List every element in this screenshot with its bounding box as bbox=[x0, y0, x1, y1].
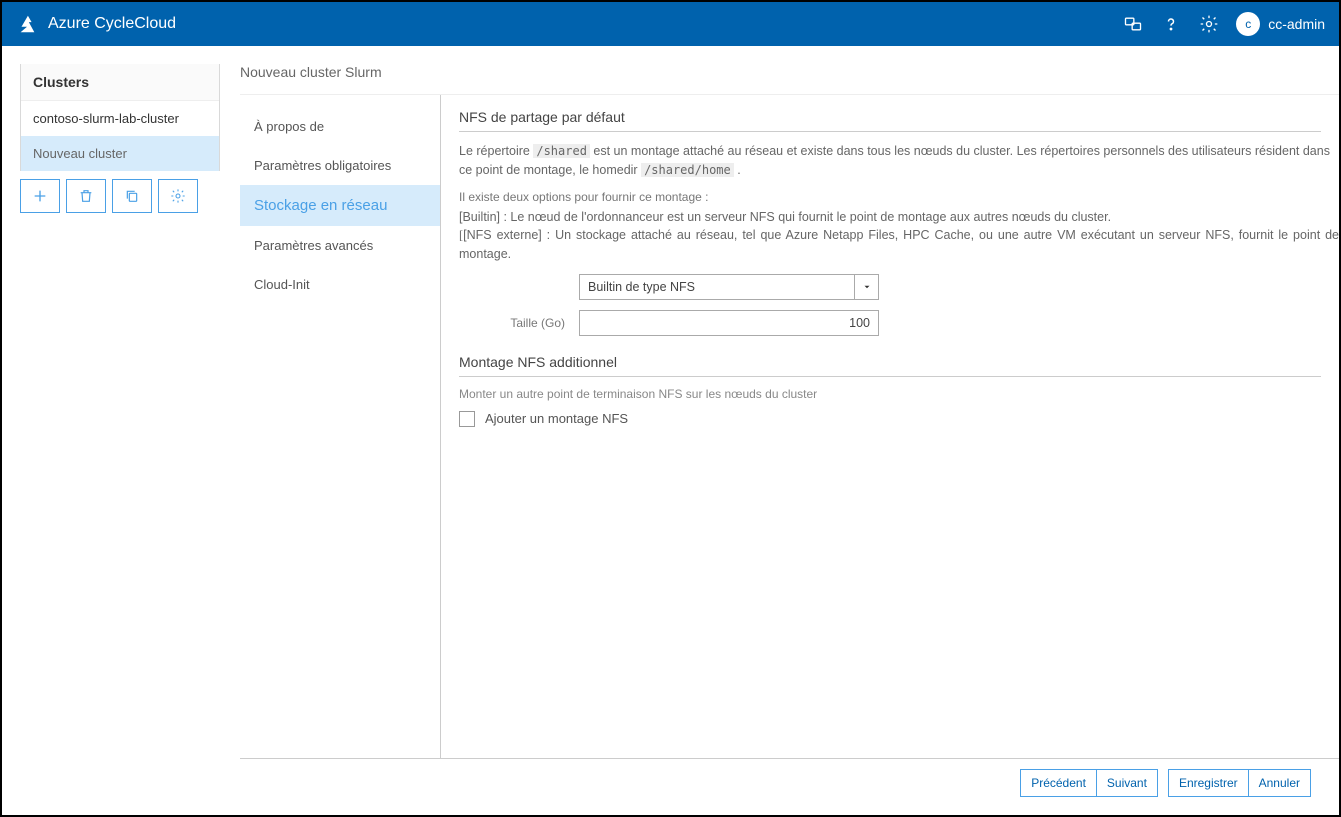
feedback-icon[interactable] bbox=[1122, 13, 1144, 35]
step-required-settings[interactable]: Paramètres obligatoires bbox=[240, 146, 440, 185]
section-default-nfs-title: NFS de partage par défaut bbox=[459, 107, 1321, 132]
step-advanced-settings[interactable]: Paramètres avancés bbox=[240, 226, 440, 265]
topbar: Azure CycleCloud c cc-admin bbox=[2, 2, 1339, 46]
save-cancel-group: Enregistrer Annuler bbox=[1168, 769, 1311, 797]
topbar-actions: c cc-admin bbox=[1122, 12, 1325, 36]
sidebar-item-contoso[interactable]: contoso-slurm-lab-cluster bbox=[21, 101, 219, 136]
step-network-storage[interactable]: Stockage en réseau bbox=[240, 185, 440, 226]
prev-next-group: Précédent Suivant bbox=[1020, 769, 1158, 797]
step-cloud-init[interactable]: Cloud-Init bbox=[240, 265, 440, 304]
wizard-footer: Précédent Suivant Enregistrer Annuler bbox=[240, 758, 1339, 815]
copy-cluster-button[interactable] bbox=[112, 179, 152, 213]
sidebar-title: Clusters bbox=[21, 64, 219, 101]
cluster-settings-button[interactable] bbox=[158, 179, 198, 213]
username: cc-admin bbox=[1268, 16, 1325, 32]
step-about[interactable]: À propos de bbox=[240, 107, 440, 146]
code-shared: /shared bbox=[533, 144, 590, 158]
option-builtin: [Builtin] : Le nœud de l'ordonnanceur es… bbox=[459, 208, 1339, 227]
help-icon[interactable] bbox=[1160, 13, 1182, 35]
add-nfs-row: Ajouter un montage NFS bbox=[459, 411, 1339, 427]
azure-logo-icon bbox=[16, 13, 38, 35]
cancel-button[interactable]: Annuler bbox=[1248, 769, 1311, 797]
clusters-sidebar: Clusters contoso-slurm-lab-cluster Nouve… bbox=[20, 64, 220, 171]
settings-icon[interactable] bbox=[1198, 13, 1220, 35]
delete-cluster-button[interactable] bbox=[66, 179, 106, 213]
next-button[interactable]: Suivant bbox=[1096, 769, 1158, 797]
size-input[interactable] bbox=[579, 310, 879, 336]
size-row: Taille (Go) bbox=[459, 310, 1339, 336]
code-shared-home: /shared/home bbox=[641, 163, 734, 177]
avatar: c bbox=[1236, 12, 1260, 36]
prev-button[interactable]: Précédent bbox=[1020, 769, 1096, 797]
option-external: [[NFS externe] : Un stockage attaché au … bbox=[459, 226, 1339, 264]
options-intro: Il existe deux options pour fournir ce m… bbox=[459, 190, 1339, 204]
page-title: Nouveau cluster Slurm bbox=[240, 64, 1339, 94]
section-additional-nfs-title: Montage NFS additionnel bbox=[459, 352, 1321, 377]
size-label: Taille (Go) bbox=[459, 316, 579, 330]
logo[interactable]: Azure CycleCloud bbox=[16, 13, 176, 35]
nfs-type-select[interactable]: Builtin de type NFS bbox=[579, 274, 879, 300]
nfs-description: Le répertoire /shared est un montage att… bbox=[459, 142, 1339, 180]
chevron-down-icon bbox=[854, 275, 878, 299]
wizard-steps: À propos de Paramètres obligatoires Stoc… bbox=[240, 95, 440, 758]
form-content: NFS de partage par défaut Le répertoire … bbox=[440, 95, 1339, 758]
user-menu[interactable]: c cc-admin bbox=[1236, 12, 1325, 36]
save-button[interactable]: Enregistrer bbox=[1168, 769, 1248, 797]
add-nfs-label: Ajouter un montage NFS bbox=[485, 411, 628, 426]
nfs-type-row: Builtin de type NFS bbox=[459, 274, 1339, 300]
sidebar-toolbar bbox=[2, 171, 220, 231]
add-cluster-button[interactable] bbox=[20, 179, 60, 213]
add-nfs-checkbox[interactable] bbox=[459, 411, 475, 427]
app-title: Azure CycleCloud bbox=[48, 15, 176, 33]
nfs-type-value: Builtin de type NFS bbox=[588, 280, 695, 294]
sidebar-item-new-cluster[interactable]: Nouveau cluster bbox=[21, 136, 219, 171]
additional-nfs-desc: Monter un autre point de terminaison NFS… bbox=[459, 387, 1339, 401]
